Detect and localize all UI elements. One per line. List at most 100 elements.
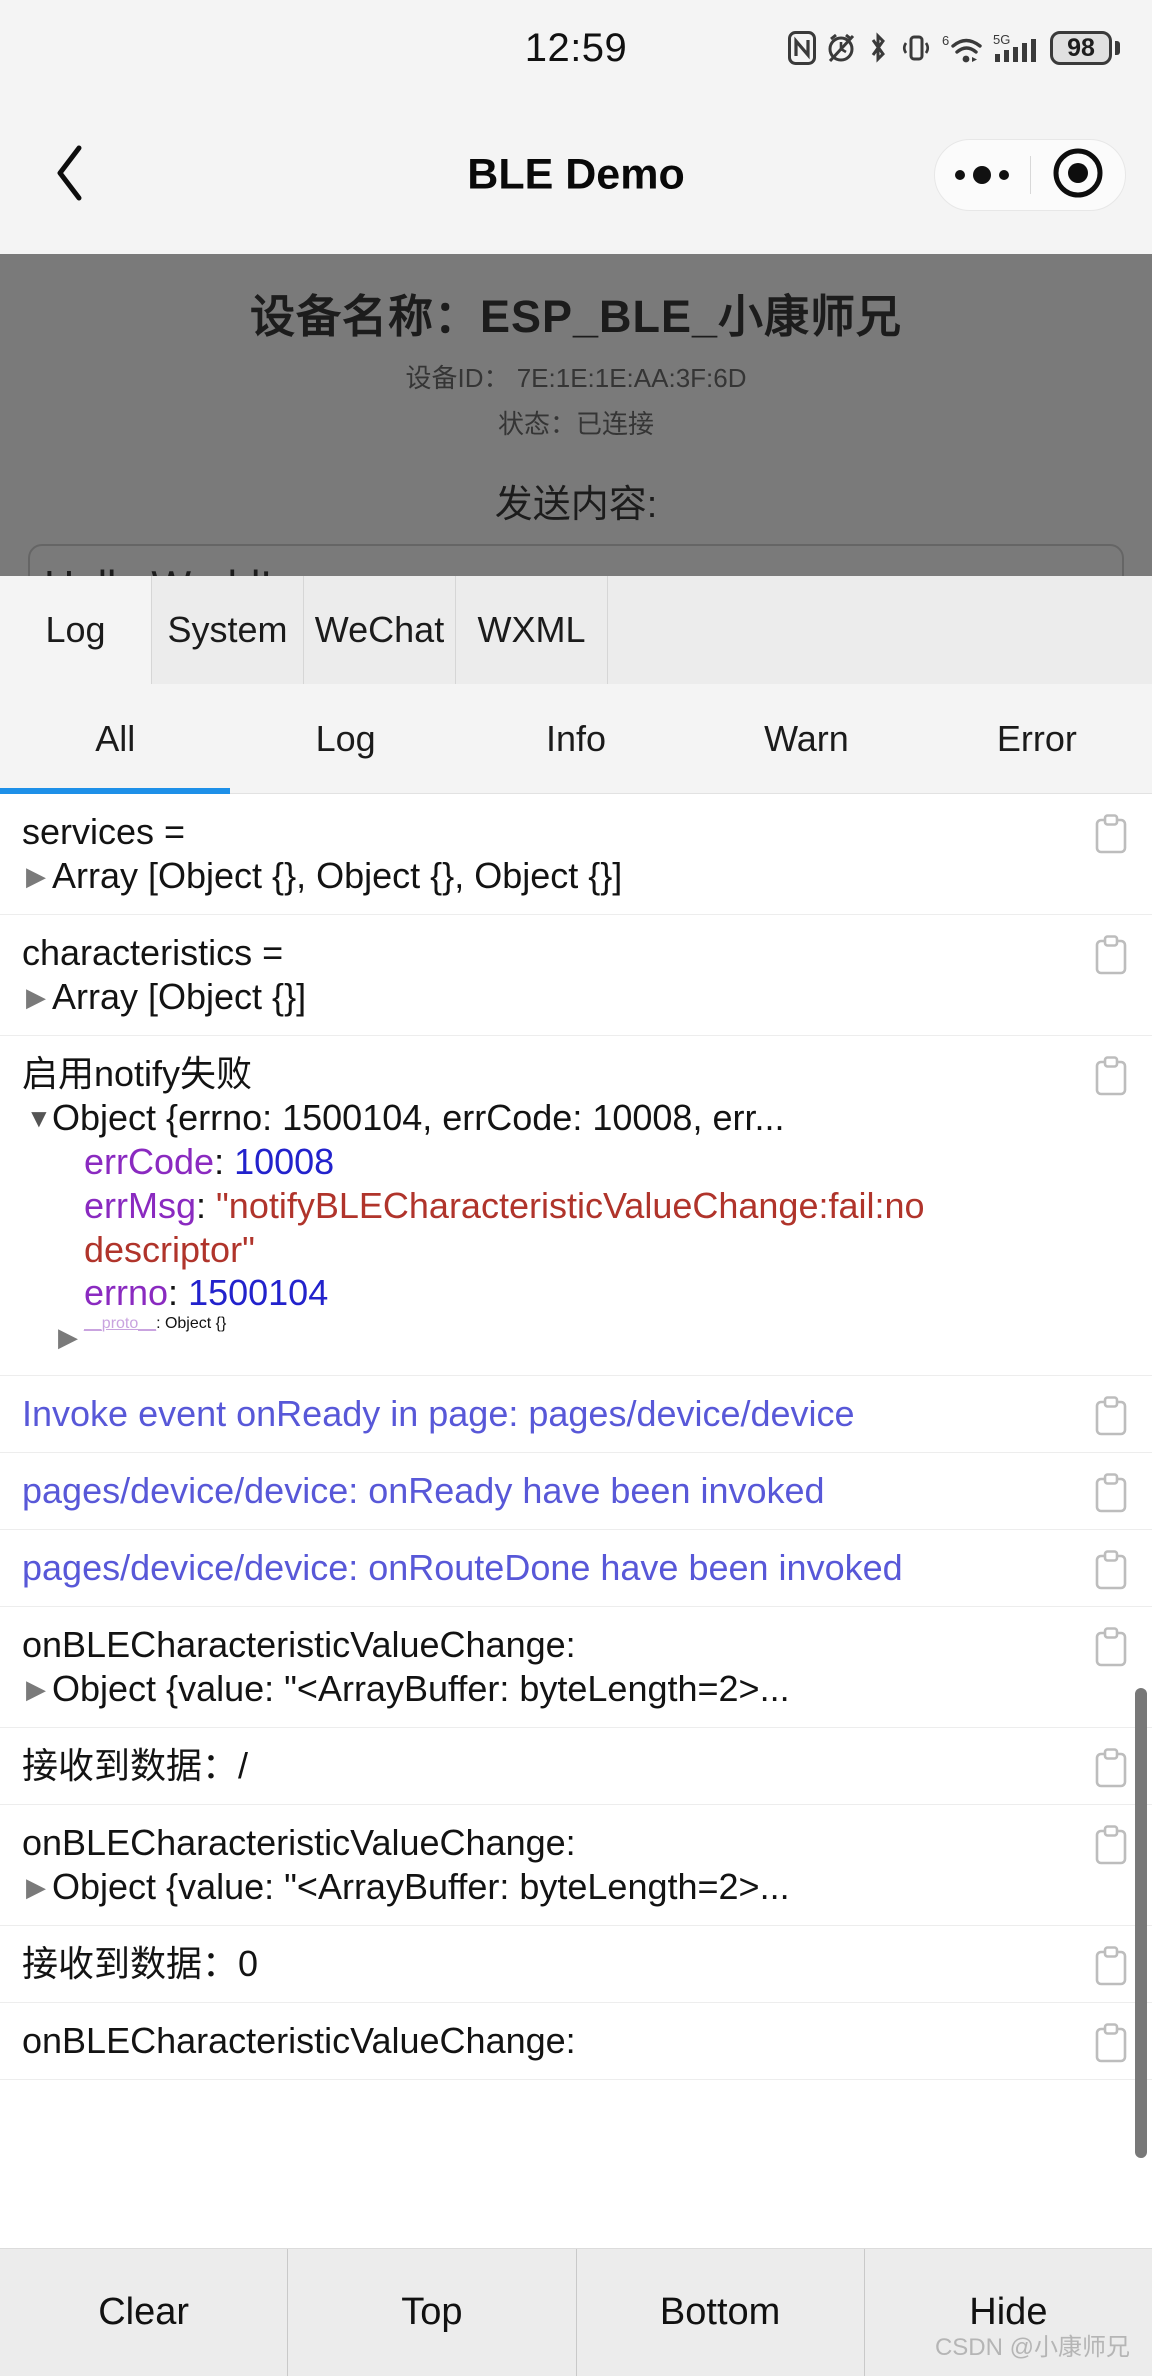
property-separator: : — [168, 1272, 189, 1314]
battery-nub — [1115, 41, 1120, 55]
property-separator: : — [156, 1315, 165, 1333]
log-entry-summary-line[interactable]: ▶ Array [Object {}] — [22, 975, 1066, 1019]
bottom-button[interactable]: Bottom — [577, 2249, 865, 2376]
chevron-right-icon[interactable]: ▶ — [22, 975, 52, 1019]
status-bar-clock: 12:59 — [524, 25, 628, 70]
status-bar: 12:59 6 5G 98 — [0, 0, 1152, 96]
log-entry[interactable]: 接收到数据：/ — [0, 1728, 1152, 1805]
chevron-right-icon[interactable]: ▶ — [22, 1865, 52, 1909]
filter-info[interactable]: Info — [461, 684, 691, 793]
clipboard-copy-icon[interactable] — [1094, 1748, 1128, 1788]
property-key: errCode — [84, 1140, 215, 1182]
chevron-right-icon[interactable]: ▶ — [22, 1667, 52, 1711]
property-key: __proto__ — [84, 1315, 157, 1333]
log-entry-summary-line[interactable]: ▼ Object {errno: 1500104, errCode: 10008… — [22, 1096, 1066, 1140]
log-entry-title: Invoke event onReady in page: pages/devi… — [22, 1393, 855, 1435]
log-entry[interactable]: pages/device/device: onRouteDone have be… — [0, 1530, 1152, 1608]
log-list-scrollbar[interactable] — [1135, 1688, 1147, 2158]
log-entry-summary: Array [Object {}] — [52, 975, 307, 1017]
property-value: 1500104 — [188, 1272, 329, 1314]
property-value: Object {} — [164, 1315, 227, 1333]
clear-button[interactable]: Clear — [0, 2249, 289, 2376]
battery-icon: 98 — [1050, 31, 1120, 65]
tab-bar-filler — [608, 576, 1152, 684]
alarm-muted-icon — [825, 31, 857, 65]
log-entry[interactable]: pages/device/device: onReady have been i… — [0, 1453, 1152, 1531]
vibrate-icon — [899, 31, 933, 65]
filter-warn[interactable]: Warn — [691, 684, 921, 793]
send-content-label: 发送内容: — [494, 484, 658, 526]
log-entry-summary: Object {value: "<ArrayBuffer: byteLength… — [52, 1667, 790, 1709]
property-value: 10008 — [234, 1140, 335, 1182]
chevron-right-icon[interactable]: ▶ — [54, 1315, 84, 1359]
filter-error[interactable]: Error — [922, 684, 1152, 793]
log-entry[interactable]: onBLECharacteristicValueChange: ▶ Object… — [0, 1805, 1152, 1926]
clipboard-copy-icon[interactable] — [1094, 1550, 1128, 1590]
more-dots-icon — [955, 170, 966, 180]
bluetooth-icon — [866, 31, 890, 65]
log-entry-error[interactable]: 启用notify失败 ▼ Object {errno: 1500104, err… — [0, 1036, 1152, 1377]
more-menu-button[interactable] — [935, 166, 1030, 184]
chevron-right-icon[interactable]: ▶ — [22, 854, 52, 898]
wechat-capsule — [934, 139, 1126, 211]
watermark: CSDN @小康师兄 — [934, 2334, 1130, 2361]
log-entry[interactable]: services = ▶ Array [Object {}, Object {}… — [0, 794, 1152, 915]
signal-5g-icon: 5G — [993, 31, 1041, 65]
log-entry-summary-line[interactable]: ▶ Object {value: "<ArrayBuffer: byteLeng… — [22, 1667, 1066, 1711]
back-button[interactable] — [40, 140, 100, 210]
log-entry-title: services = — [22, 811, 186, 852]
log-entry-title: onBLECharacteristicValueChange: — [22, 1624, 576, 1666]
top-button[interactable]: Top — [288, 2249, 577, 2376]
clipboard-copy-icon[interactable] — [1094, 1945, 1128, 1986]
log-entry[interactable]: Invoke event onReady in page: pages/devi… — [0, 1376, 1152, 1454]
close-miniprogram-button[interactable] — [1031, 146, 1126, 205]
miniprogram-page: 设备名称：ESP_BLE_小康师兄 设备ID： 7E:1E:1E:AA:3F:6… — [0, 254, 1152, 576]
object-property: errMsg: "notifyBLECharacteristicValueCha… — [22, 1184, 1066, 1272]
log-level-filter-bar: All Log Info Warn Error — [0, 684, 1152, 794]
clipboard-copy-icon[interactable] — [1094, 1627, 1128, 1667]
clipboard-copy-icon[interactable] — [1094, 1396, 1128, 1436]
device-state: 状态：已连接 — [497, 409, 654, 439]
svg-text:5G: 5G — [993, 32, 1010, 47]
tab-log[interactable]: Log — [0, 576, 152, 684]
filter-log[interactable]: Log — [230, 684, 460, 793]
object-property: errno: 1500104 — [22, 1271, 1066, 1315]
log-list[interactable]: services = ▶ Array [Object {}, Object {}… — [0, 794, 1152, 2376]
clipboard-copy-icon[interactable] — [1094, 1825, 1128, 1865]
log-entry[interactable]: onBLECharacteristicValueChange: — [0, 2003, 1152, 2080]
filter-all[interactable]: All — [0, 684, 230, 793]
clipboard-copy-icon[interactable] — [1094, 814, 1128, 854]
clipboard-copy-icon[interactable] — [1094, 1473, 1128, 1513]
battery-level: 98 — [1050, 31, 1112, 65]
log-entry[interactable]: onBLECharacteristicValueChange: ▶ Object… — [0, 1607, 1152, 1728]
wifi6-icon: 6 — [942, 31, 984, 65]
debugger-tab-bar: Log System WeChat WXML — [0, 576, 1152, 684]
log-entry-summary: Object {value: "<ArrayBuffer: byteLength… — [52, 1865, 790, 1907]
clipboard-copy-icon[interactable] — [1094, 2022, 1128, 2063]
log-entry-title: onBLECharacteristicValueChange: — [22, 2019, 576, 2061]
object-property-proto[interactable]: ▶ __proto__: Object {} — [22, 1315, 1066, 1359]
log-entry-summary-line[interactable]: ▶ Array [Object {}, Object {}, Object {}… — [22, 854, 1066, 898]
log-entry-summary: Object {errno: 1500104, errCode: 10008, … — [52, 1096, 785, 1138]
page-title: BLE Demo — [467, 150, 685, 199]
chevron-down-icon[interactable]: ▼ — [22, 1096, 52, 1140]
log-entry-summary: Array [Object {}, Object {}, Object {}] — [52, 854, 623, 896]
property-key: errno — [84, 1272, 169, 1314]
log-entry[interactable]: characteristics = ▶ Array [Object {}] — [0, 915, 1152, 1036]
tab-system[interactable]: System — [152, 576, 304, 684]
log-entry-title: onBLECharacteristicValueChange: — [22, 1821, 576, 1863]
log-entry-title: 启用notify失败 — [22, 1052, 253, 1094]
nav-bar: BLE Demo — [0, 96, 1152, 254]
clipboard-copy-icon[interactable] — [1094, 1056, 1128, 1096]
log-entry-title: characteristics = — [22, 931, 284, 973]
log-entry[interactable]: 接收到数据：0 — [0, 1926, 1152, 2003]
send-content-input[interactable]: Hello World! — [28, 544, 1124, 576]
log-entry-summary-line[interactable]: ▶ Object {value: "<ArrayBuffer: byteLeng… — [22, 1865, 1066, 1909]
clipboard-copy-icon[interactable] — [1094, 935, 1128, 975]
tab-wechat[interactable]: WeChat — [304, 576, 456, 684]
nfc-icon — [788, 31, 816, 65]
tab-wxml[interactable]: WXML — [456, 576, 608, 684]
svg-text:6: 6 — [942, 33, 949, 48]
target-circle-icon — [1051, 146, 1105, 205]
object-property: errCode: 10008 — [22, 1140, 1066, 1184]
